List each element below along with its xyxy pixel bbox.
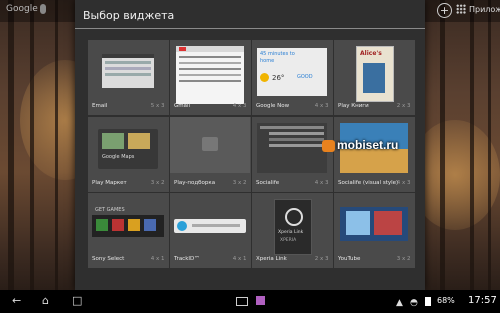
widget-name: Play Книги [338,103,369,109]
site-watermark: mobiset.ru [322,138,398,152]
widget-name: Gmail [174,103,191,109]
small-apps-icon[interactable] [236,297,248,306]
widget-tile-trackid[interactable]: TrackID™ 4 x 1 [170,193,251,268]
signal-icon: ▲ [396,298,403,308]
trackid-preview [174,219,246,233]
get-games-label: GET GAMES [95,207,125,213]
google-search-label[interactable]: Google [6,4,38,14]
widget-tile-play-market[interactable]: Google Maps Play Маркет 3 x 2 [88,116,169,192]
widget-name: Play Маркет [92,179,127,186]
recent-apps-icon[interactable]: □ [72,294,82,308]
apps-label[interactable]: Прилож [469,5,500,14]
widget-tile-youtube[interactable]: YouTube 3 x 2 [334,193,415,268]
apps-grid-icon[interactable] [456,4,466,14]
google-now-status: GOOD [297,74,313,80]
widget-tile-google-now[interactable]: 45 minutes to home 26° GOOD Google Now 4… [252,40,333,115]
home-icon[interactable]: ⌂ [42,294,49,308]
google-now-place: home [260,58,275,64]
sun-icon [260,73,269,82]
play-picks-preview [170,116,250,173]
media-icon[interactable] [256,296,265,305]
back-icon[interactable]: ← [12,294,21,308]
google-now-preview: 45 minutes to home 26° GOOD [257,48,327,96]
widget-name: Socialife (visual style) [338,179,399,186]
widget-size: 3 x 2 [396,256,411,262]
widget-grid: Email 5 x 3 Gmail 4 x 3 45 minutes to ho… [88,40,415,268]
widget-name: YouTube [338,256,361,262]
google-now-time: 45 minutes to [260,51,295,57]
microphone-icon[interactable] [40,4,46,14]
dialog-divider [75,28,425,29]
widget-size: 2 x 3 [314,256,329,262]
widget-tile-socialife-visual[interactable]: Socialife (visual style) 4 x 3 [334,116,415,192]
book-title: Alice's [360,50,382,57]
shopping-bag-icon [202,136,218,151]
watermark-text: mobiset.ru [337,138,399,152]
widget-size: 4 x 3 [314,103,329,109]
battery-percent: 68% [437,296,455,305]
socialife-preview [257,122,327,173]
widget-name: Socialife [256,179,280,186]
widget-size: 4 x 1 [150,256,165,262]
widget-size: 3 x 2 [150,179,165,186]
wallpaper-tree [55,0,58,290]
widget-size: 2 x 3 [396,103,411,109]
widget-name: Play-подборка [174,179,216,186]
google-now-temp: 26° [272,74,285,82]
widget-size: 4 x 3 [396,179,411,186]
wallpaper-tree [488,0,491,290]
sony-select-preview: GET GAMES [92,207,164,237]
trackid-icon [177,221,187,231]
widget-tile-play-picks[interactable]: Play-подборка 3 x 2 [170,116,251,192]
widget-size: 4 x 3 [232,103,247,109]
widget-size: 5 x 3 [150,103,165,109]
widget-tile-xperia-link[interactable]: Xperia Link XPERIA Xperia Link 2 x 3 [252,193,333,268]
clock: 17:57 [468,295,497,306]
wallpaper-tree [440,0,445,290]
widget-tile-email[interactable]: Email 5 x 3 [88,40,169,115]
widget-tile-socialife[interactable]: Socialife 4 x 3 [252,116,333,192]
widget-size: 3 x 2 [232,179,247,186]
play-market-preview: Google Maps [98,128,158,169]
widget-tile-play-books[interactable]: Alice's Play Книги 2 x 3 [334,40,415,115]
wifi-icon: ◓ [410,298,418,308]
gmail-preview [176,46,244,104]
widget-size: 4 x 3 [314,179,329,186]
wallpaper-tree [8,0,14,290]
widget-name: TrackID™ [174,256,200,262]
widget-name: Google Now [256,103,290,109]
battery-icon [425,297,431,306]
youtube-preview [340,207,408,241]
wifi-signal-icon [285,208,303,226]
wallpaper-tree [30,0,34,290]
xperia-link-label: Xperia Link [278,230,304,235]
add-icon[interactable]: + [437,3,452,18]
widget-tile-sony-select[interactable]: GET GAMES Sony Select 4 x 1 [88,193,169,268]
widget-tile-gmail[interactable]: Gmail 4 x 3 [170,40,251,115]
wallpaper-tree [470,0,474,290]
widget-name: Sony Select [92,256,125,262]
widget-name: Email [92,103,108,109]
system-nav-bar: ← ⌂ □ ▲ ◓ 68% 17:57 [0,290,500,313]
email-preview [102,54,154,88]
mobiset-logo-icon [322,139,335,152]
xperia-brand: XPERIA [280,238,297,243]
xperia-link-preview: Xperia Link XPERIA [274,199,312,255]
google-maps-label: Google Maps [102,153,135,160]
dialog-title: Выбор виджета [83,9,175,22]
widget-size: 4 x 1 [232,256,247,262]
widget-name: Xperia Link [256,256,287,262]
book-cover-preview: Alice's [356,46,394,102]
